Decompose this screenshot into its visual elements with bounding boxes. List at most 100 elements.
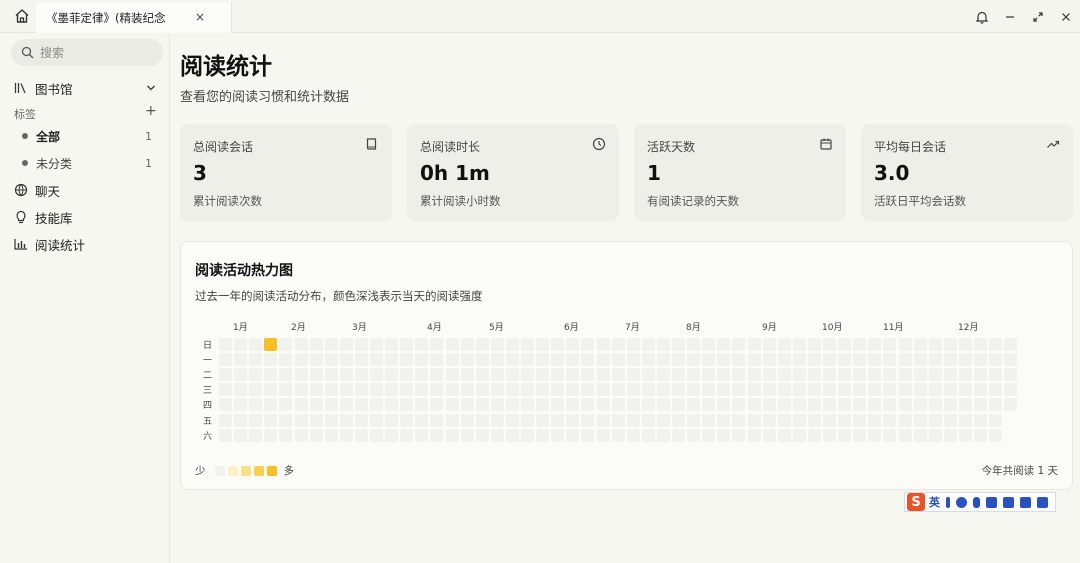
heatmap-cell[interactable] — [354, 383, 368, 397]
heatmap-cell[interactable] — [294, 428, 308, 442]
heatmap-cell[interactable] — [717, 368, 731, 382]
heatmap-cell[interactable] — [989, 368, 1003, 382]
heatmap-cell[interactable] — [762, 428, 776, 442]
heatmap-cell[interactable] — [490, 338, 504, 351]
heatmap-cell[interactable] — [943, 413, 957, 427]
heatmap-cell[interactable] — [430, 383, 444, 397]
heatmap-cell[interactable] — [641, 338, 655, 351]
heatmap-cell[interactable] — [656, 428, 670, 442]
bell-icon[interactable] — [968, 0, 996, 33]
heatmap-cell[interactable] — [807, 383, 821, 397]
heatmap-cell[interactable] — [626, 338, 640, 351]
heatmap-cell[interactable] — [279, 368, 293, 382]
heatmap-cell[interactable] — [445, 338, 459, 351]
heatmap-cell[interactable] — [702, 428, 716, 442]
heatmap-cell[interactable] — [807, 398, 821, 412]
heatmap-cell[interactable] — [370, 428, 383, 442]
heatmap-cell[interactable] — [853, 338, 867, 351]
heatmap-cell[interactable] — [823, 338, 836, 351]
heatmap-cell[interactable] — [717, 338, 731, 351]
heatmap-cell[interactable] — [581, 338, 595, 351]
heatmap-cell[interactable] — [838, 413, 852, 427]
heatmap-cell[interactable] — [913, 338, 927, 351]
heatmap-cell[interactable] — [415, 383, 429, 397]
heatmap-cell[interactable] — [309, 398, 323, 412]
heatmap-cell[interactable] — [762, 368, 776, 382]
heatmap-cell[interactable] — [566, 413, 580, 427]
heatmap-cell[interactable] — [400, 353, 414, 367]
heatmap-cell[interactable] — [868, 368, 882, 382]
heatmap-cell[interactable] — [234, 383, 248, 397]
heatmap-cell[interactable] — [943, 353, 957, 367]
heatmap-cell[interactable] — [521, 338, 534, 351]
heatmap-cell[interactable] — [641, 368, 655, 382]
heatmap-cell[interactable] — [958, 413, 972, 427]
heatmap-cell[interactable] — [898, 413, 912, 427]
heatmap-cell[interactable] — [656, 398, 670, 412]
heatmap-cell[interactable] — [415, 398, 429, 412]
heatmap-cell[interactable] — [354, 413, 368, 427]
search-input[interactable]: 搜索 — [11, 39, 163, 66]
heatmap-cell[interactable] — [415, 428, 429, 442]
heatmap-cell[interactable] — [868, 383, 882, 397]
heatmap-cell[interactable] — [732, 368, 746, 382]
heatmap-cell[interactable] — [792, 353, 806, 367]
heatmap-cell[interactable] — [385, 398, 399, 412]
heatmap-cell[interactable] — [294, 413, 308, 427]
heatmap-cell[interactable] — [370, 353, 383, 367]
heatmap-cell[interactable] — [249, 398, 263, 412]
heatmap-cell[interactable] — [732, 413, 746, 427]
heatmap-cell[interactable] — [732, 398, 746, 412]
heatmap-cell[interactable] — [551, 398, 565, 412]
menu-grid-icon[interactable] — [1037, 496, 1048, 508]
heatmap-cell[interactable] — [339, 428, 353, 442]
heatmap-cell[interactable] — [309, 338, 323, 351]
heatmap-cell[interactable] — [521, 413, 534, 427]
heatmap-cell[interactable] — [823, 428, 836, 442]
heatmap-cell[interactable] — [898, 338, 912, 351]
heatmap-cell[interactable] — [838, 338, 852, 351]
heatmap-cell[interactable] — [264, 338, 278, 351]
heatmap-cell[interactable] — [792, 338, 806, 351]
heatmap-cell[interactable] — [883, 353, 897, 367]
heatmap-cell[interactable] — [264, 353, 278, 367]
heatmap-cell[interactable] — [823, 353, 836, 367]
heatmap-cell[interactable] — [883, 383, 897, 397]
heatmap-cell[interactable] — [989, 353, 1003, 367]
heatmap-cell[interactable] — [354, 398, 368, 412]
heatmap-cell[interactable] — [309, 368, 323, 382]
heatmap-cell[interactable] — [913, 428, 927, 442]
heatmap-cell[interactable] — [234, 353, 248, 367]
heatmap-cell[interactable] — [566, 428, 580, 442]
heatmap-cell[interactable] — [566, 368, 580, 382]
heatmap-cell[interactable] — [536, 368, 550, 382]
heatmap-cell[interactable] — [430, 353, 444, 367]
heatmap-cell[interactable] — [490, 413, 504, 427]
heatmap-cell[interactable] — [279, 383, 293, 397]
heatmap-cell[interactable] — [672, 383, 685, 397]
heatmap-cell[interactable] — [460, 368, 474, 382]
heatmap-cell[interactable] — [505, 338, 519, 351]
heatmap-cell[interactable] — [460, 398, 474, 412]
heatmap-cell[interactable] — [249, 413, 263, 427]
heatmap-cell[interactable] — [762, 353, 776, 367]
heatmap-cell[interactable] — [460, 353, 474, 367]
heatmap-cell[interactable] — [732, 428, 746, 442]
heatmap-cell[interactable] — [294, 338, 308, 351]
heatmap-cell[interactable] — [928, 413, 942, 427]
heatmap-cell[interactable] — [777, 338, 791, 351]
heatmap-cell[interactable] — [717, 398, 731, 412]
tag-item-uncategorized[interactable]: 未分类 1 — [22, 152, 152, 174]
heatmap-cell[interactable] — [596, 353, 610, 367]
heatmap-cell[interactable] — [309, 413, 323, 427]
chevron-down-icon[interactable] — [146, 82, 156, 96]
heatmap-cell[interactable] — [581, 353, 595, 367]
sidebar-item-stats[interactable]: 阅读统计 — [14, 233, 160, 255]
heatmap-cell[interactable] — [898, 383, 912, 397]
heatmap-cell[interactable] — [958, 368, 972, 382]
heatmap-cell[interactable] — [672, 398, 685, 412]
expand-icon[interactable] — [1024, 0, 1052, 33]
heatmap-cell[interactable] — [626, 383, 640, 397]
heatmap-cell[interactable] — [943, 368, 957, 382]
heatmap-cell[interactable] — [1004, 338, 1018, 351]
